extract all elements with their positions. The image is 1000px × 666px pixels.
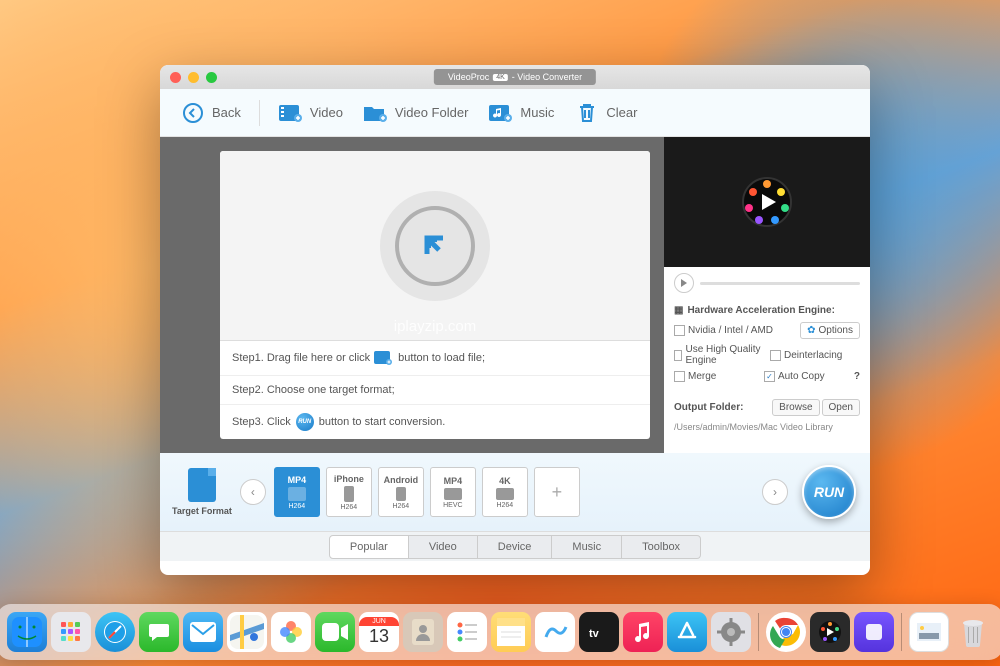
reminders-icon[interactable] xyxy=(447,612,487,652)
tab-popular[interactable]: Popular xyxy=(329,535,409,559)
side-panel: ▦ Hardware Acceleration Engine: Nvidia /… xyxy=(664,137,870,453)
videoproc-dock-icon[interactable] xyxy=(810,612,850,652)
format-mp4-hevc[interactable]: MP4HEVC xyxy=(430,467,476,517)
music-app-icon[interactable] xyxy=(623,612,663,652)
format-prev-button[interactable]: ‹ xyxy=(240,479,266,505)
category-tabs: Popular Video Device Music Toolbox xyxy=(160,531,870,561)
trash-icon xyxy=(574,102,600,124)
format-next-button[interactable]: › xyxy=(762,479,788,505)
video-icon xyxy=(278,102,304,124)
app-generic-icon[interactable] xyxy=(854,612,894,652)
svg-text:tv: tv xyxy=(589,628,600,640)
dock: JUN 13 tv xyxy=(0,604,1000,660)
merge-checkbox[interactable]: Merge xyxy=(674,371,758,382)
play-button[interactable] xyxy=(674,273,694,293)
notes-icon[interactable] xyxy=(491,612,531,652)
tab-music[interactable]: Music xyxy=(552,535,622,559)
browse-button[interactable]: Browse xyxy=(772,399,819,416)
finder-icon[interactable] xyxy=(7,612,47,652)
toolbar: Back Video Video Folder Music Clear xyxy=(160,89,870,137)
facetime-icon[interactable] xyxy=(315,612,355,652)
format-add-button[interactable]: + xyxy=(534,467,580,517)
format-bar: Target Format ‹ MP4H264 iPhoneH264 Andro… xyxy=(160,453,870,531)
app-logo-icon xyxy=(737,172,797,232)
safari-icon[interactable] xyxy=(95,612,135,652)
help-icon[interactable]: ? xyxy=(854,371,860,382)
output-folder-label: Output Folder: xyxy=(674,402,743,413)
document-icon xyxy=(188,468,216,502)
main-drop-area: iplayzip.com Step1. Drag file here or cl… xyxy=(160,137,664,453)
format-android[interactable]: AndroidH264 xyxy=(378,467,424,517)
freeform-icon[interactable] xyxy=(535,612,575,652)
chip-icon: ▦ xyxy=(674,305,683,316)
minimize-window-button[interactable] xyxy=(188,72,199,83)
options-button[interactable]: ✿ Options xyxy=(800,322,860,339)
back-button[interactable]: Back xyxy=(174,98,247,128)
app-window: VideoProc 4K - Video Converter Back Vide… xyxy=(160,65,870,575)
format-iphone[interactable]: iPhoneH264 xyxy=(326,467,372,517)
format-mp4-h264[interactable]: MP4H264 xyxy=(274,467,320,517)
open-button[interactable]: Open xyxy=(822,399,860,416)
video-preview xyxy=(664,137,870,267)
titlebar: VideoProc 4K - Video Converter xyxy=(160,65,870,89)
gear-icon: ✿ xyxy=(807,325,815,336)
playback-slider[interactable] xyxy=(700,282,860,285)
clear-button[interactable]: Clear xyxy=(568,98,643,128)
gpu-checkbox[interactable]: Nvidia / Intel / AMD xyxy=(674,325,794,336)
auto-copy-checkbox[interactable]: ✓Auto Copy xyxy=(764,371,848,382)
add-video-folder-button[interactable]: Video Folder xyxy=(357,98,474,128)
run-icon: RUN xyxy=(295,413,315,431)
downloads-icon[interactable] xyxy=(909,612,949,652)
drop-zone[interactable]: iplayzip.com xyxy=(220,151,650,340)
chrome-icon[interactable] xyxy=(766,612,806,652)
app-store-icon[interactable] xyxy=(667,612,707,652)
tab-toolbox[interactable]: Toolbox xyxy=(622,535,701,559)
maps-icon[interactable] xyxy=(227,612,267,652)
messages-icon[interactable] xyxy=(139,612,179,652)
upload-arrow-icon xyxy=(421,232,449,260)
deinterlacing-checkbox[interactable]: Deinterlacing xyxy=(770,350,860,361)
hw-accel-title: ▦ Hardware Acceleration Engine: xyxy=(674,305,860,316)
back-icon xyxy=(180,102,206,124)
target-format-label: Target Format xyxy=(172,468,232,516)
tab-video[interactable]: Video xyxy=(409,535,478,559)
step-1: Step1. Drag file here or click button to… xyxy=(220,341,650,376)
step-2: Step2. Choose one target format; xyxy=(220,376,650,405)
video-icon xyxy=(374,349,394,367)
contacts-icon[interactable] xyxy=(403,612,443,652)
high-quality-checkbox[interactable]: Use High Quality Engine xyxy=(674,344,764,366)
add-video-button[interactable]: Video xyxy=(272,98,349,128)
mail-icon[interactable] xyxy=(183,612,223,652)
tab-device[interactable]: Device xyxy=(478,535,553,559)
music-icon xyxy=(488,102,514,124)
format-4k[interactable]: 4KH264 xyxy=(482,467,528,517)
photos-icon[interactable] xyxy=(271,612,311,652)
folder-icon xyxy=(363,102,389,124)
calendar-icon[interactable]: JUN 13 xyxy=(359,612,399,652)
step-3: Step3. Click RUN button to start convers… xyxy=(220,405,650,439)
launchpad-icon[interactable] xyxy=(51,612,91,652)
watermark-text: iplayzip.com xyxy=(394,318,477,335)
output-folder-path: /Users/admin/Movies/Mac Video Library xyxy=(664,422,870,438)
maximize-window-button[interactable] xyxy=(206,72,217,83)
settings-icon[interactable] xyxy=(711,612,751,652)
tv-icon[interactable]: tv xyxy=(579,612,619,652)
trash-icon[interactable] xyxy=(953,612,993,652)
close-window-button[interactable] xyxy=(170,72,181,83)
run-button[interactable]: RUN xyxy=(802,465,856,519)
add-music-button[interactable]: Music xyxy=(482,98,560,128)
window-title: VideoProc 4K - Video Converter xyxy=(434,69,596,85)
